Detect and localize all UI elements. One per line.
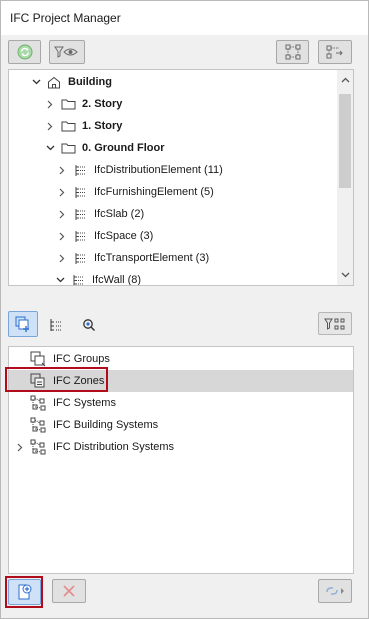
top-toolbar xyxy=(1,35,368,69)
delete-button[interactable] xyxy=(52,579,86,603)
tree-item-label: Building xyxy=(68,76,112,88)
link-menu-button[interactable] xyxy=(318,579,352,603)
group-item[interactable]: IFC Building Systems xyxy=(9,414,353,436)
tab-groups[interactable] xyxy=(8,311,38,337)
panel-splitter[interactable] xyxy=(1,286,368,300)
link-icon xyxy=(326,587,344,595)
tree-item[interactable]: 0. Ground Floor xyxy=(45,137,353,159)
filter-nodes-button[interactable] xyxy=(318,312,352,335)
chevron-right-icon[interactable] xyxy=(17,443,29,452)
tree-item[interactable]: 2. Story xyxy=(45,93,353,115)
filter-view-button[interactable] xyxy=(49,40,85,64)
tree-item[interactable]: IfcDistributionElement (11) xyxy=(57,159,353,181)
hierarchy-icon xyxy=(50,319,61,331)
group-item-label: IFC Distribution Systems xyxy=(53,441,175,453)
group-item[interactable]: IFC Systems xyxy=(9,392,353,414)
refresh-button[interactable] xyxy=(8,40,41,64)
building-icon xyxy=(45,74,63,90)
group-add-icon xyxy=(15,316,29,332)
chevron-right-icon[interactable] xyxy=(57,231,67,241)
ifc-system-icon xyxy=(29,439,47,455)
tree-item-label: IfcSlab (2) xyxy=(94,208,145,220)
group-item[interactable]: IFC Groups xyxy=(9,348,353,370)
group-item-label: IFC Building Systems xyxy=(53,419,159,431)
refresh-icon xyxy=(17,44,32,60)
element-list-icon xyxy=(71,184,89,200)
group-item-label: IFC Zones xyxy=(53,375,105,387)
chevron-down-icon[interactable] xyxy=(45,143,55,153)
ifc-system-icon xyxy=(29,417,47,433)
folder-icon xyxy=(59,140,77,156)
title-bar: IFC Project Manager xyxy=(1,1,368,35)
tree-item-label: IfcFurnishingElement (5) xyxy=(94,186,214,198)
group-item-label: IFC Groups xyxy=(53,353,110,365)
export-icon xyxy=(326,45,343,59)
delete-x-icon xyxy=(63,585,75,597)
group-item[interactable]: IFC Distribution Systems xyxy=(9,436,353,458)
tree-item[interactable]: IfcFurnishingElement (5) xyxy=(57,181,353,203)
new-item-icon xyxy=(18,584,31,600)
tree-item[interactable]: Building xyxy=(31,71,353,93)
element-list-icon xyxy=(69,272,87,285)
element-list-icon xyxy=(71,250,89,266)
folder-icon xyxy=(59,118,77,134)
tree-nodes-icon xyxy=(285,44,300,60)
filter-eye-icon xyxy=(54,46,78,58)
chevron-right-icon[interactable] xyxy=(57,187,67,197)
scroll-up-arrow-icon[interactable] xyxy=(339,74,351,86)
chevron-right-icon[interactable] xyxy=(45,121,55,131)
scroll-down-arrow-icon[interactable] xyxy=(339,269,351,281)
group-item-selected[interactable]: IFC Zones xyxy=(9,370,353,392)
bottom-toolbar xyxy=(1,574,368,618)
element-list-icon xyxy=(71,162,89,178)
export-structure-button[interactable] xyxy=(318,40,352,64)
tree-item-label: IfcDistributionElement (11) xyxy=(94,164,223,176)
search-icon xyxy=(83,319,96,332)
ifc-system-icon xyxy=(29,395,47,411)
chevron-right-icon[interactable] xyxy=(45,99,55,109)
middle-toolbar xyxy=(1,300,368,346)
tree-item-label: 1. Story xyxy=(82,120,123,132)
tree-item-label: IfcSpace (3) xyxy=(94,230,154,242)
chevron-right-icon[interactable] xyxy=(57,165,67,175)
tree-item[interactable]: IfcWall (8) xyxy=(55,269,353,286)
window-title: IFC Project Manager xyxy=(10,11,121,25)
tree-item[interactable]: 1. Story xyxy=(45,115,353,137)
ifc-project-manager-window: IFC Project Manager Building 2. Story 1.… xyxy=(0,0,369,619)
chevron-down-icon[interactable] xyxy=(55,275,65,285)
tree-item[interactable]: IfcTransportElement (3) xyxy=(57,247,353,269)
filter-nodes-icon xyxy=(324,318,345,330)
ifc-group-icon xyxy=(29,351,47,367)
folder-icon xyxy=(59,96,77,112)
chevron-right-icon[interactable] xyxy=(57,253,67,263)
element-list-icon xyxy=(71,206,89,222)
tree-item-label: 2. Story xyxy=(82,98,123,110)
group-item-label: IFC Systems xyxy=(53,397,116,409)
tree-scrollbar[interactable] xyxy=(337,70,353,285)
tree-structure-button[interactable] xyxy=(276,40,309,64)
tab-hierarchy[interactable] xyxy=(46,316,66,334)
tree-item-label: 0. Ground Floor xyxy=(82,142,165,154)
scroll-thumb[interactable] xyxy=(339,94,351,188)
groups-tree[interactable]: IFC Groups IFC Zones IFC Systems IFC Bui… xyxy=(8,346,354,574)
chevron-right-icon[interactable] xyxy=(57,209,67,219)
tree-item-label: IfcWall (8) xyxy=(92,274,142,286)
ifc-zone-icon xyxy=(29,373,47,389)
tree-item[interactable]: IfcSpace (3) xyxy=(57,225,353,247)
tree-item-label: IfcTransportElement (3) xyxy=(94,252,210,264)
new-group-button[interactable] xyxy=(8,579,41,605)
project-tree[interactable]: Building 2. Story 1. Story 0. Ground Flo… xyxy=(8,69,354,286)
chevron-down-icon[interactable] xyxy=(31,77,41,87)
tab-search[interactable] xyxy=(79,316,99,334)
element-list-icon xyxy=(71,228,89,244)
tree-item[interactable]: IfcSlab (2) xyxy=(57,203,353,225)
